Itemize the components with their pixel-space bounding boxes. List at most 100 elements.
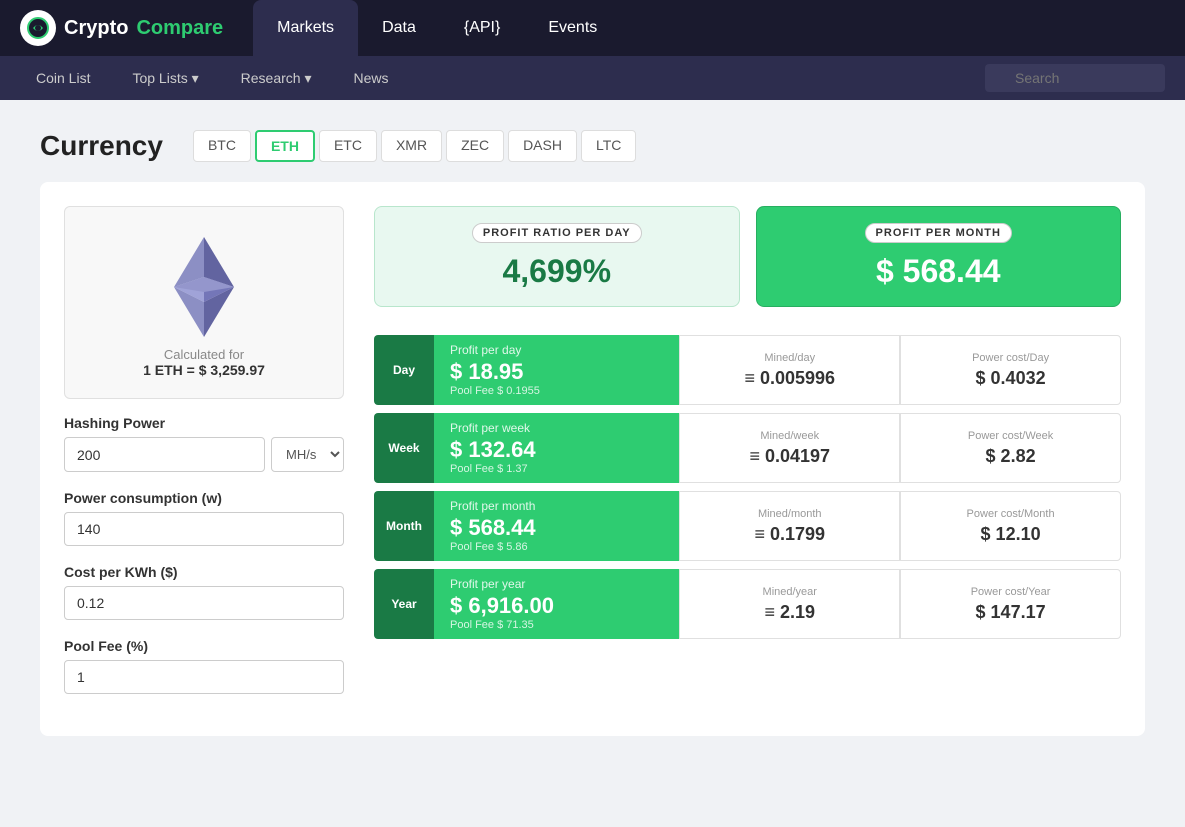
power-cell: Power cost/Month $ 12.10 [900,491,1121,561]
mined-value: ≡ 2.19 [696,602,883,623]
cost-per-kwh-group: Cost per KWh ($) [64,564,344,620]
main-content: Calculated for 1 ETH = $ 3,259.97 Hashin… [40,182,1145,736]
mined-title: Mined/year [696,586,883,598]
profit-fee: Pool Fee $ 1.37 [450,463,663,475]
mining-data-table: Day Profit per day $ 18.95 Pool Fee $ 0.… [374,327,1121,647]
nav-events[interactable]: Events [524,0,621,56]
currency-header: Currency BTC ETH ETC XMR ZEC DASH LTC [40,130,1145,162]
sub-nav-coin-list[interactable]: Coin List [20,56,106,100]
table-row: Day Profit per day $ 18.95 Pool Fee $ 0.… [374,335,1121,405]
mined-value: ≡ 0.005996 [696,368,883,389]
power-title: Power cost/Month [917,508,1104,520]
top-navigation: Crypto Compare Markets Data {API} Events [0,0,1185,56]
logo-text-compare: Compare [136,17,223,40]
hashing-power-input[interactable] [64,437,265,472]
profit-amount: $ 18.95 [450,359,663,385]
mined-cell: Mined/day ≡ 0.005996 [679,335,900,405]
profit-title: Profit per year [450,577,663,591]
power-cell: Power cost/Day $ 0.4032 [900,335,1121,405]
power-value: $ 0.4032 [917,368,1104,389]
cost-per-kwh-label: Cost per KWh ($) [64,564,344,580]
logo-icon [20,10,56,46]
hashing-power-row: MH/s GH/s TH/s [64,437,344,472]
tab-eth[interactable]: ETH [255,130,315,162]
mined-cell: Mined/week ≡ 0.04197 [679,413,900,483]
profit-cell: Profit per day $ 18.95 Pool Fee $ 0.1955 [434,335,679,405]
profit-amount: $ 568.44 [450,515,663,541]
power-value: $ 12.10 [917,524,1104,545]
tab-xmr[interactable]: XMR [381,130,442,162]
profit-month-value: $ 568.44 [777,253,1101,290]
profit-cell: Profit per year $ 6,916.00 Pool Fee $ 71… [434,569,679,639]
power-cell: Power cost/Year $ 147.17 [900,569,1121,639]
profit-title: Profit per week [450,421,663,435]
nav-markets[interactable]: Markets [253,0,358,56]
mined-value: ≡ 0.1799 [696,524,883,545]
profit-title: Profit per month [450,499,663,513]
sub-navigation: Coin List Top Lists ▾ Research ▾ News 🔍 [0,56,1185,100]
period-label: Day [374,335,434,405]
eth-calc-value: 1 ETH = $ 3,259.97 [143,362,265,378]
power-value: $ 147.17 [917,602,1104,623]
eth-logo-box: Calculated for 1 ETH = $ 3,259.97 [64,206,344,399]
eth-calc-label: Calculated for [143,347,265,362]
profit-fee: Pool Fee $ 5.86 [450,541,663,553]
sub-nav-news[interactable]: News [337,56,404,100]
power-cell: Power cost/Week $ 2.82 [900,413,1121,483]
hashing-power-group: Hashing Power MH/s GH/s TH/s [64,415,344,472]
logo[interactable]: Crypto Compare [20,10,223,46]
power-title: Power cost/Day [917,352,1104,364]
profit-cell: Profit per week $ 132.64 Pool Fee $ 1.37 [434,413,679,483]
tab-btc[interactable]: BTC [193,130,251,162]
left-panel: Calculated for 1 ETH = $ 3,259.97 Hashin… [64,206,344,712]
profit-amount: $ 132.64 [450,437,663,463]
tab-dash[interactable]: DASH [508,130,577,162]
sub-nav-research[interactable]: Research ▾ [225,56,328,100]
profit-fee: Pool Fee $ 71.35 [450,619,663,631]
mined-value: ≡ 0.04197 [696,446,883,467]
nav-api[interactable]: {API} [440,0,524,56]
eth-calc-info: Calculated for 1 ETH = $ 3,259.97 [143,347,265,378]
pool-fee-group: Pool Fee (%) [64,638,344,694]
page-content: Currency BTC ETH ETC XMR ZEC DASH LTC [0,100,1185,766]
pool-fee-input[interactable] [64,660,344,694]
sub-nav-top-lists[interactable]: Top Lists ▾ [116,56,214,100]
profit-title: Profit per day [450,343,663,357]
power-title: Power cost/Week [917,430,1104,442]
search-wrapper: 🔍 [985,64,1165,92]
period-label: Week [374,413,434,483]
power-consumption-label: Power consumption (w) [64,490,344,506]
hashing-power-label: Hashing Power [64,415,344,431]
power-consumption-group: Power consumption (w) [64,490,344,546]
search-input[interactable] [985,64,1165,92]
power-title: Power cost/Year [917,586,1104,598]
logo-text-crypto: Crypto [64,17,128,40]
page-title: Currency [40,130,163,162]
mined-cell: Mined/year ≡ 2.19 [679,569,900,639]
tab-etc[interactable]: ETC [319,130,377,162]
table-row: Month Profit per month $ 568.44 Pool Fee… [374,491,1121,561]
period-label: Year [374,569,434,639]
profit-ratio-label: PROFIT RATIO PER DAY [472,223,642,243]
period-label: Month [374,491,434,561]
table-row: Year Profit per year $ 6,916.00 Pool Fee… [374,569,1121,639]
profit-ratio-value: 4,699% [395,253,719,290]
right-panel: PROFIT RATIO PER DAY 4,699% PROFIT PER M… [374,206,1121,712]
eth-logo [154,227,254,347]
tab-ltc[interactable]: LTC [581,130,636,162]
cost-per-kwh-input[interactable] [64,586,344,620]
nav-data[interactable]: Data [358,0,440,56]
profit-amount: $ 6,916.00 [450,593,663,619]
profit-month-label: PROFIT PER MONTH [865,223,1012,243]
tab-zec[interactable]: ZEC [446,130,504,162]
profit-cell: Profit per month $ 568.44 Pool Fee $ 5.8… [434,491,679,561]
power-value: $ 2.82 [917,446,1104,467]
pool-fee-label: Pool Fee (%) [64,638,344,654]
hashing-unit-select[interactable]: MH/s GH/s TH/s [271,437,344,472]
mined-cell: Mined/month ≡ 0.1799 [679,491,900,561]
currency-tabs: BTC ETH ETC XMR ZEC DASH LTC [193,130,636,162]
profit-month-card: PROFIT PER MONTH $ 568.44 [756,206,1122,307]
table-row: Week Profit per week $ 132.64 Pool Fee $… [374,413,1121,483]
power-consumption-input[interactable] [64,512,344,546]
mined-title: Mined/week [696,430,883,442]
